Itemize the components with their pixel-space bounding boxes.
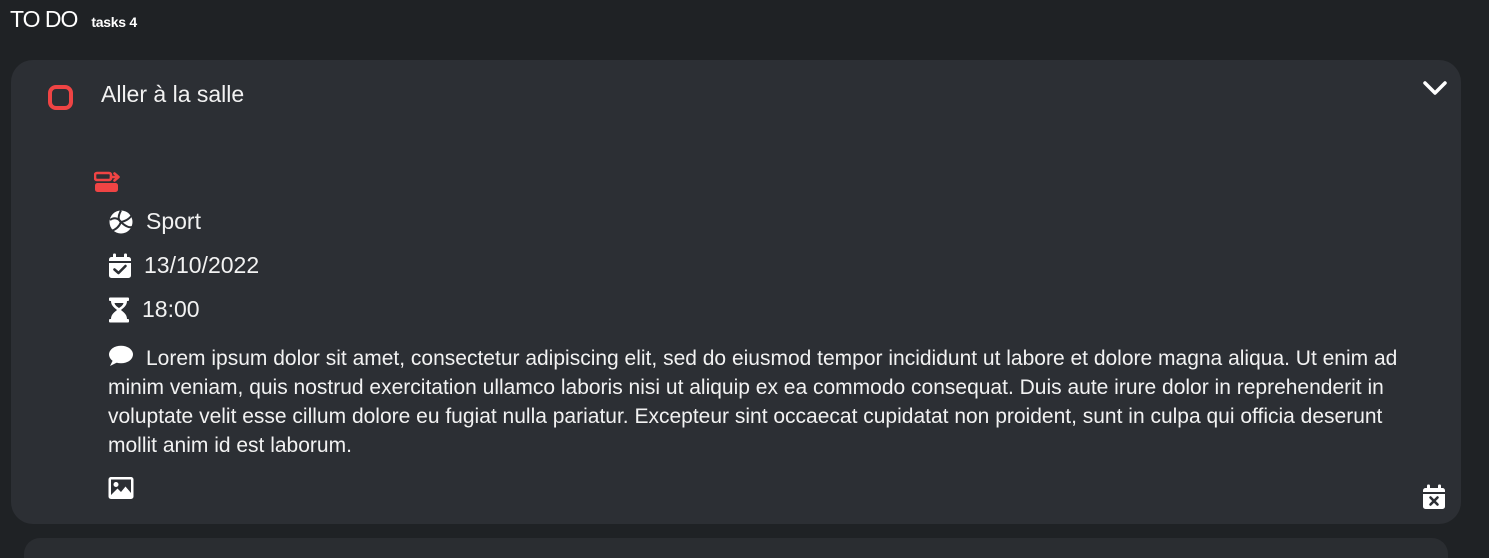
date-label: 13/10/2022 [144,252,260,278]
tasks-count: tasks 4 [91,14,137,30]
task-time: 18:00 [108,296,200,323]
task-checkbox[interactable] [48,85,73,110]
chevron-down-icon[interactable] [1421,77,1449,99]
comment-icon [109,345,133,366]
category-label: Sport [146,208,201,234]
hourglass-icon [109,297,129,322]
calendar-check-icon [109,253,131,278]
task-date: 13/10/2022 [108,252,259,279]
calendar-x-icon[interactable] [1422,484,1446,510]
volleyball-icon [109,209,133,233]
header: TO DO tasks 4 [10,6,137,38]
transfer-icon[interactable] [94,171,120,195]
time-label: 18:00 [142,296,200,322]
next-task-card[interactable] [24,538,1448,558]
task-title: Aller à la salle [101,81,245,107]
page-title: TO DO [10,6,78,32]
task-card[interactable]: Aller à la salle Sport 13/10/2022 18:00 … [11,60,1461,524]
image-icon[interactable] [108,476,134,500]
description-text: Lorem ipsum dolor sit amet, consectetur … [108,347,1398,457]
task-category: Sport [108,208,201,235]
task-description: Lorem ipsum dolor sit amet, consectetur … [108,344,1428,460]
